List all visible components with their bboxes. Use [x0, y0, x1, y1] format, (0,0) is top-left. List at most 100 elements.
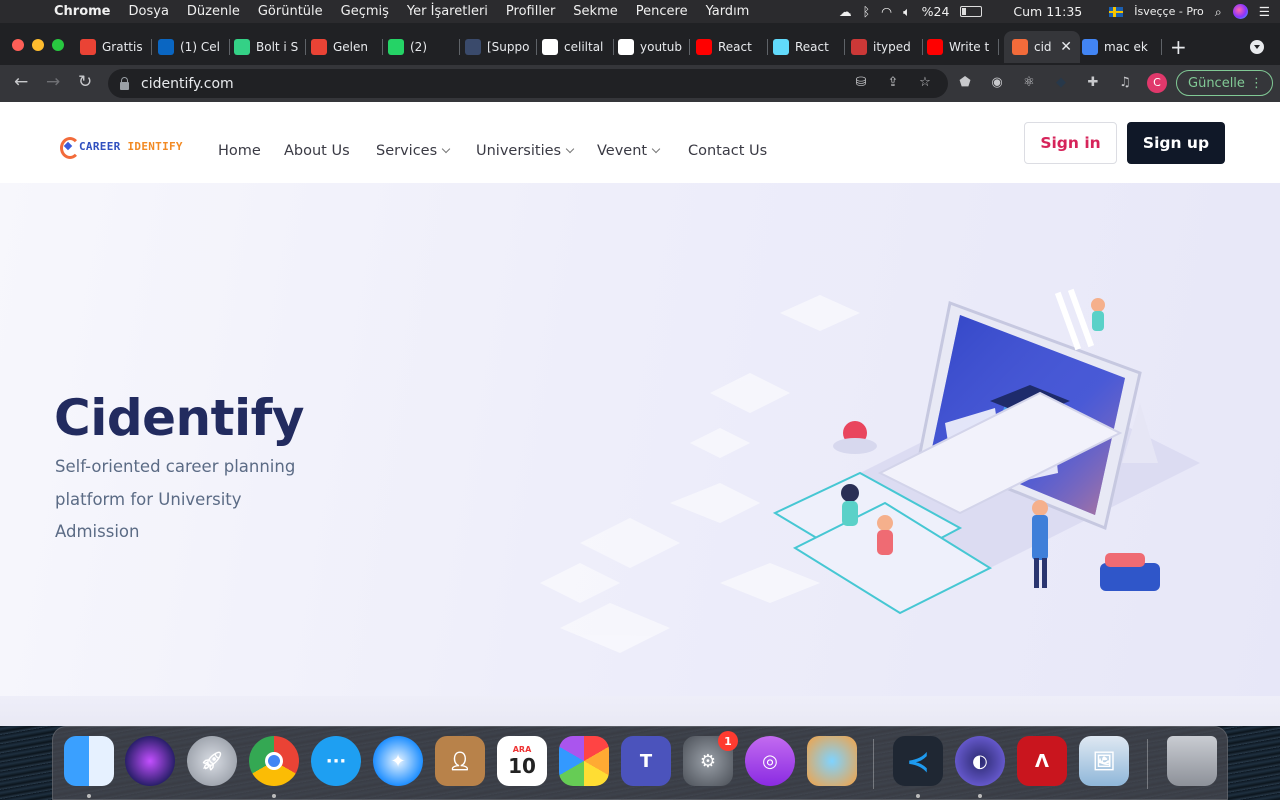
bluetooth-icon[interactable]: ᛒ: [863, 4, 871, 19]
update-button[interactable]: Güncelle ⋮: [1176, 70, 1273, 96]
close-window-button[interactable]: [12, 39, 24, 51]
menu-bookmarks[interactable]: Yer İşaretleri: [407, 4, 488, 19]
photos-icon[interactable]: [559, 736, 609, 786]
tab[interactable]: Write t: [927, 31, 999, 63]
system-preferences-icon[interactable]: ⚙ 1: [683, 731, 738, 786]
nav-services[interactable]: Services: [376, 143, 476, 159]
clock[interactable]: Cum 11:35: [1013, 4, 1082, 19]
nav-vevent[interactable]: Vevent: [597, 143, 688, 159]
sign-in-button[interactable]: Sign in: [1024, 122, 1117, 164]
siri-icon[interactable]: [1232, 4, 1248, 19]
swedish-flag-icon[interactable]: [1109, 6, 1124, 17]
translate-icon[interactable]: ⛁: [853, 75, 869, 91]
volume-icon[interactable]: 🔈︎: [903, 4, 911, 20]
tab-active[interactable]: cid ✕: [1004, 31, 1080, 63]
extensions-puzzle-icon[interactable]: ✚: [1085, 75, 1101, 91]
circle-extension-icon[interactable]: ◉: [989, 75, 1005, 91]
acrobat-icon[interactable]: ᐱ: [1017, 736, 1067, 786]
tab[interactable]: React: [696, 31, 768, 63]
wifi-icon[interactable]: ◠: [881, 4, 892, 19]
running-indicator: [978, 794, 982, 798]
dark-extension-icon[interactable]: ◆: [1053, 75, 1069, 91]
youtube-icon: [696, 39, 712, 55]
safari-icon[interactable]: ✦: [373, 736, 423, 786]
tab[interactable]: (2): [388, 31, 460, 63]
tab[interactable]: ityped: [851, 31, 923, 63]
tab[interactable]: youtub: [618, 31, 690, 63]
more-menu-icon[interactable]: ⋮: [1250, 76, 1263, 91]
forward-arrow-icon[interactable]: →: [46, 72, 60, 92]
battery-icon[interactable]: [960, 6, 983, 17]
siri-icon[interactable]: [125, 736, 175, 786]
tab-separator: [613, 39, 614, 55]
nav-universities[interactable]: Universities: [476, 143, 597, 159]
media-control-icon[interactable]: ♫: [1117, 75, 1133, 91]
logo-mark-icon: [57, 135, 80, 159]
tab-separator: [459, 39, 460, 55]
hero-subtitle: Self-oriented career planning platform f…: [55, 457, 296, 541]
tab[interactable]: mac ek: [1082, 31, 1162, 63]
preview-icon[interactable]: 🖼︎: [1079, 736, 1129, 786]
address-bar[interactable]: cidentify.com: [108, 69, 948, 98]
react-devtools-icon[interactable]: ⚛: [1021, 75, 1037, 91]
trash-icon[interactable]: [1167, 736, 1217, 786]
profile-avatar[interactable]: C: [1147, 73, 1167, 93]
tab[interactable]: (1) Cel: [158, 31, 230, 63]
sign-up-button[interactable]: Sign up: [1127, 122, 1225, 164]
finder-icon[interactable]: [64, 736, 114, 786]
nav-home[interactable]: Home: [218, 143, 284, 159]
minimize-window-button[interactable]: [32, 39, 44, 51]
menu-window[interactable]: Pencere: [636, 4, 688, 19]
new-tab-button[interactable]: +: [1170, 35, 1187, 59]
moon-app-icon[interactable]: ◐: [955, 736, 1005, 786]
vscode-icon[interactable]: ≺: [893, 736, 943, 786]
chrome-icon[interactable]: [249, 736, 299, 786]
control-center-icon[interactable]: ☰: [1259, 4, 1270, 19]
tab[interactable]: Grattis: [80, 31, 152, 63]
share-icon[interactable]: ⇪: [885, 75, 901, 91]
tab[interactable]: Gelen: [311, 31, 383, 63]
menu-history[interactable]: Geçmiş: [341, 4, 389, 19]
macos-dock: 🚀︎ ··· ✦ 👤︎ ARA 10 T ⚙ 1 ◎ ≺ ◐ ᐱ 🖼︎: [52, 726, 1228, 800]
menu-view[interactable]: Görüntüle: [258, 4, 323, 19]
tab[interactable]: celiltal: [542, 31, 614, 63]
zoom-window-button[interactable]: [52, 39, 64, 51]
tab[interactable]: React: [773, 31, 845, 63]
tab[interactable]: [Suppo: [465, 31, 537, 63]
preview-bird-icon[interactable]: [807, 736, 857, 786]
menu-file[interactable]: Dosya: [129, 4, 169, 19]
site-logo[interactable]: CAREER IDENTIFY: [57, 135, 183, 159]
running-indicator: [87, 794, 91, 798]
nav-about-us[interactable]: About Us: [284, 143, 376, 159]
messenger-icon[interactable]: ···: [311, 736, 361, 786]
launchpad-icon[interactable]: 🚀︎: [187, 736, 237, 786]
contacts-icon[interactable]: 👤︎: [435, 736, 485, 786]
lock-icon[interactable]: [120, 76, 129, 90]
whatsapp-icon: [388, 39, 404, 55]
menu-tab[interactable]: Sekme: [573, 4, 617, 19]
calendar-month: ARA: [512, 744, 532, 754]
back-arrow-icon[interactable]: ←: [14, 72, 28, 92]
input-source[interactable]: İsveççe - Pro: [1134, 5, 1204, 18]
reload-icon[interactable]: ↻: [78, 72, 92, 92]
shield-extension-icon[interactable]: ⬟: [957, 75, 973, 91]
menu-help[interactable]: Yardım: [706, 4, 750, 19]
menu-app-name[interactable]: Chrome: [54, 4, 111, 19]
calendar-icon[interactable]: ARA 10: [497, 736, 547, 786]
running-indicator: [272, 794, 276, 798]
spotlight-search-icon[interactable]: ⌕: [1215, 4, 1222, 20]
bookmark-star-icon[interactable]: ☆: [917, 75, 933, 91]
tab-search-icon[interactable]: [1250, 40, 1264, 54]
tab-separator: [1161, 39, 1162, 55]
teams-icon[interactable]: T: [621, 736, 671, 786]
nav-contact-us[interactable]: Contact Us: [688, 143, 767, 159]
creative-cloud-icon[interactable]: ☁: [839, 4, 852, 19]
bolt-icon: [234, 39, 250, 55]
tab[interactable]: Bolt i S: [234, 31, 306, 63]
close-tab-icon[interactable]: ✕: [1060, 39, 1072, 55]
url-text[interactable]: cidentify.com: [141, 76, 234, 92]
menu-profiles[interactable]: Profiller: [506, 4, 555, 19]
podcasts-icon[interactable]: ◎: [745, 736, 795, 786]
chevron-down-icon: [651, 144, 661, 154]
menu-edit[interactable]: Düzenle: [187, 4, 240, 19]
